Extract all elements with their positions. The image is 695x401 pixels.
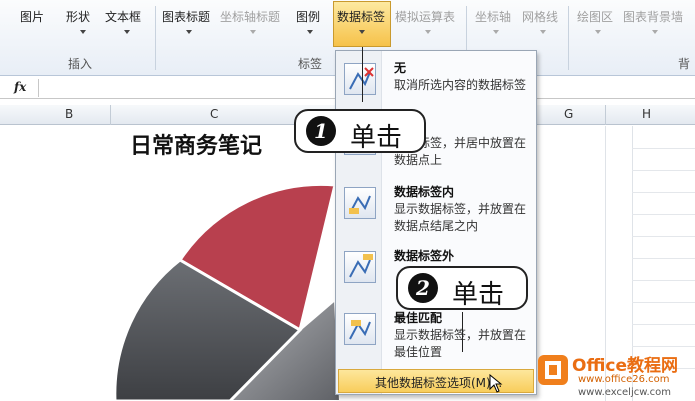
chevron-down-icon [80, 30, 86, 34]
chevron-down-icon [425, 30, 431, 34]
menu-item-title: 最佳匹配 [394, 311, 443, 325]
gridline [632, 214, 695, 215]
chevron-down-icon [307, 30, 313, 34]
gridline [632, 148, 695, 149]
menu-item-title: 数据标签外 [394, 249, 455, 263]
callout-leader-line [462, 312, 463, 352]
data-labels-menu: 无 取消所选内容的数据标签 数据标签，并居中放置在数据点上 数据标签内 显示数据… [335, 50, 537, 395]
group-label-insert: 插入 [68, 57, 93, 71]
column-header-c[interactable]: C [210, 107, 218, 121]
textbox-button[interactable]: 文本框 [105, 8, 141, 25]
menu-item-desc: 显示数据标签，并放置在数据点结尾之内 [394, 202, 527, 233]
step-number-badge: 2 [408, 273, 438, 303]
callout-step-2: 2 单击 [396, 266, 528, 310]
menu-item-best-fit[interactable]: 最佳匹配 显示数据标签，并放置在最佳位置 [336, 305, 538, 367]
chevron-down-icon [186, 30, 192, 34]
menu-item-none[interactable]: 无 取消所选内容的数据标签 [336, 55, 538, 117]
more-options-label: 其他数据标签选项(M)... [375, 376, 503, 390]
chevron-down-icon [124, 30, 130, 34]
plot-area-button[interactable]: 绘图区 [577, 8, 613, 25]
group-label-labels: 标签 [298, 57, 323, 71]
no-label-icon [344, 63, 376, 95]
gridline [632, 258, 695, 259]
menu-item-title: 无 [394, 61, 407, 75]
gridline [632, 192, 695, 193]
chart-title-button[interactable]: 图表标题 [162, 8, 210, 25]
picture-button[interactable]: 图片 [20, 8, 44, 25]
watermark-url: www.exceljcw.com [578, 387, 672, 398]
outside-end-label-icon [344, 251, 376, 283]
gridline [632, 170, 695, 171]
data-labels-button[interactable]: 数据标签 [337, 8, 385, 25]
callout-step-1: 1 单击 [294, 109, 426, 153]
shapes-button[interactable]: 形状 [66, 8, 90, 25]
watermark-url: www.office26.com [578, 374, 670, 385]
legend-button[interactable]: 图例 [296, 8, 320, 25]
gridline [632, 346, 695, 347]
menu-item-inside-end[interactable]: 数据标签内 显示数据标签，并放置在数据点结尾之内 [336, 179, 538, 241]
menu-item-desc: 显示数据标签，并放置在最佳位置 [394, 328, 527, 359]
axis-title-button[interactable]: 坐标轴标题 [220, 8, 280, 25]
column-header-b[interactable]: B [65, 107, 73, 121]
column-divider [605, 105, 606, 125]
callout-leader-line [362, 47, 363, 102]
callout-text: 单击 [350, 123, 403, 153]
mouse-cursor-icon [489, 374, 503, 393]
formula-divider [38, 79, 39, 97]
pie-chart[interactable] [110, 150, 340, 401]
group-divider [155, 6, 156, 70]
column-divider [110, 105, 111, 125]
chevron-down-icon [250, 30, 256, 34]
menu-item-title: 数据标签内 [394, 185, 455, 199]
gridline [632, 302, 695, 303]
group-divider [568, 6, 569, 70]
chart-wall-button[interactable]: 图表背景墙 [623, 8, 683, 25]
chevron-down-icon [359, 30, 365, 34]
inside-end-label-icon [344, 187, 376, 219]
chevron-down-icon [540, 30, 546, 34]
function-icon[interactable]: fx [14, 80, 26, 94]
gridlines-button[interactable]: 网格线 [522, 8, 558, 25]
best-fit-label-icon [344, 313, 376, 345]
data-table-button[interactable]: 模拟运算表 [395, 8, 455, 25]
menu-item-desc: 取消所选内容的数据标签 [394, 78, 527, 92]
more-data-label-options[interactable]: 其他数据标签选项(M)... [338, 369, 534, 393]
chevron-down-icon [595, 30, 601, 34]
gridline [632, 280, 695, 281]
chevron-down-icon [493, 30, 499, 34]
group-label-background: 背 [678, 57, 691, 71]
step-number-badge: 1 [306, 116, 336, 146]
callout-text: 单击 [452, 280, 505, 310]
column-header-h[interactable]: H [642, 107, 651, 121]
office-logo-icon [538, 355, 568, 385]
watermark-brand: Office教程网 [572, 356, 679, 376]
column-header-g[interactable]: G [564, 107, 573, 121]
chevron-down-icon [652, 30, 658, 34]
gridline [632, 236, 695, 237]
gridline [632, 324, 695, 325]
axes-button[interactable]: 坐标轴 [475, 8, 511, 25]
